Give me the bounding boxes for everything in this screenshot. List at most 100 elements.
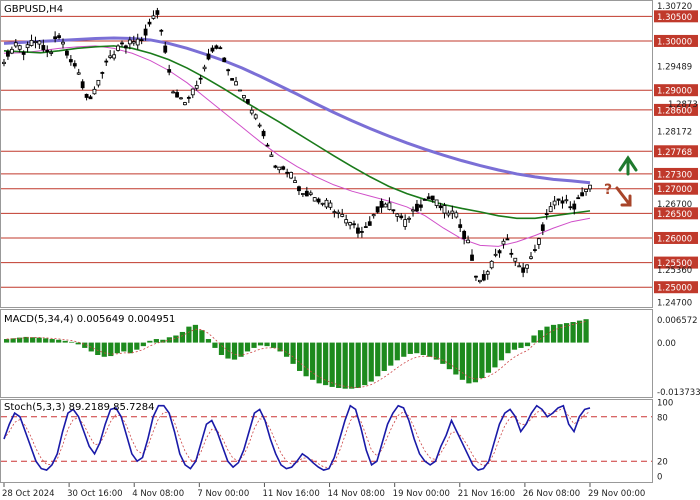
candle-body [308,192,313,195]
candle-body [124,45,128,49]
x-axis-label: 28 Oct 2024 [2,489,55,499]
macd-bar [186,326,192,343]
candle-body [411,209,415,212]
macd-bar [218,342,225,355]
candle-body [375,206,380,213]
candle-body [183,102,187,106]
candle-body [304,190,309,197]
price-axis-tick: 1.24700 [657,299,692,309]
candle-body [281,166,286,170]
macd-bar [479,342,485,379]
candle-body [403,219,408,227]
candle-body [9,48,14,54]
candle-body [481,274,486,281]
candle-body [509,252,514,255]
candle-body [466,239,470,244]
level-label: 1.27000 [657,185,692,195]
macd-bar [394,342,400,361]
macd-bar [498,342,505,361]
candle-body [434,199,439,206]
candle-body [450,210,455,214]
price-axis-tick: 1.30720 [657,2,692,12]
stoch-title: Stoch(5,3,3) 89.2189 85.7284 [4,402,155,413]
stoch-axis-tick: 0 [657,473,662,483]
candle-body [525,264,529,269]
macd-bar [49,339,55,343]
macd-bar [440,342,446,364]
macd-bar [446,342,452,370]
candle-body [84,93,89,98]
candle-body [348,222,352,226]
macd-bar [134,342,140,350]
macd-bar [420,342,426,355]
macd-title: MACD(5,34,4) 0.005649 0.004951 [4,314,175,325]
price-title: GBPUSD,H4 [4,4,63,15]
candle-body [544,213,549,216]
candle-body [399,215,404,219]
candle-body [584,188,588,192]
candle-body [352,223,356,226]
macd-bar [69,341,75,343]
candle-body [6,51,10,57]
candle-body [242,95,246,99]
level-label: 1.26000 [657,234,692,244]
candle-body [269,154,274,158]
macd-bar [303,342,309,377]
candle-body [21,51,26,55]
candle-body [13,42,18,47]
candle-body [540,224,545,231]
candle-body [198,77,203,80]
macd-bar [192,324,199,343]
candle-body [151,15,156,19]
candle-body [202,66,207,70]
macd-bar [368,342,374,382]
candle-body [556,198,561,201]
candle-body [418,204,423,208]
candle-body [261,130,266,137]
candle-body [415,203,419,212]
candle-body [143,28,148,36]
candle-body [477,279,482,283]
candle-body [328,202,333,208]
candle-body [367,221,372,226]
candle-body [139,39,144,42]
x-axis-label: 4 Nov 08:00 [132,489,184,499]
candle-body [289,172,294,179]
level-label: 1.30500 [657,13,692,23]
macd-bar [62,340,68,343]
price-axis-tick: 1.2873 [668,100,698,110]
price-axis-tick: 1.29489 [657,63,692,73]
macd-bar [43,338,49,343]
macd-bar [140,342,146,347]
candle-body [96,79,101,86]
candle-body [218,47,223,50]
candle-body [186,96,191,99]
candle-body [363,226,368,228]
candle-body [485,271,490,275]
candle-body [210,47,215,52]
level-label: 1.29000 [657,87,692,97]
candle-body [25,44,30,49]
candle-body [238,89,242,92]
macd-bar [127,342,133,354]
candle-body [100,72,105,74]
candle-body [53,36,58,40]
candle-body [474,275,478,278]
candle-body [576,197,581,200]
macd-bar [264,342,270,347]
candle-body [430,195,435,201]
candle-body [277,166,282,171]
macd-bar [531,335,537,343]
candle-body [76,72,81,75]
macd-axis-tick: 0.00 [657,339,676,349]
candle-body [387,202,392,210]
candle-body [470,254,474,261]
candle-body [356,227,360,234]
candle-body [395,213,400,217]
macd-bar [244,342,251,352]
candle-body [222,57,227,63]
candle-body [536,238,541,245]
macd-bar [505,342,511,354]
candle-body [108,55,113,58]
macd-bar [544,326,550,343]
